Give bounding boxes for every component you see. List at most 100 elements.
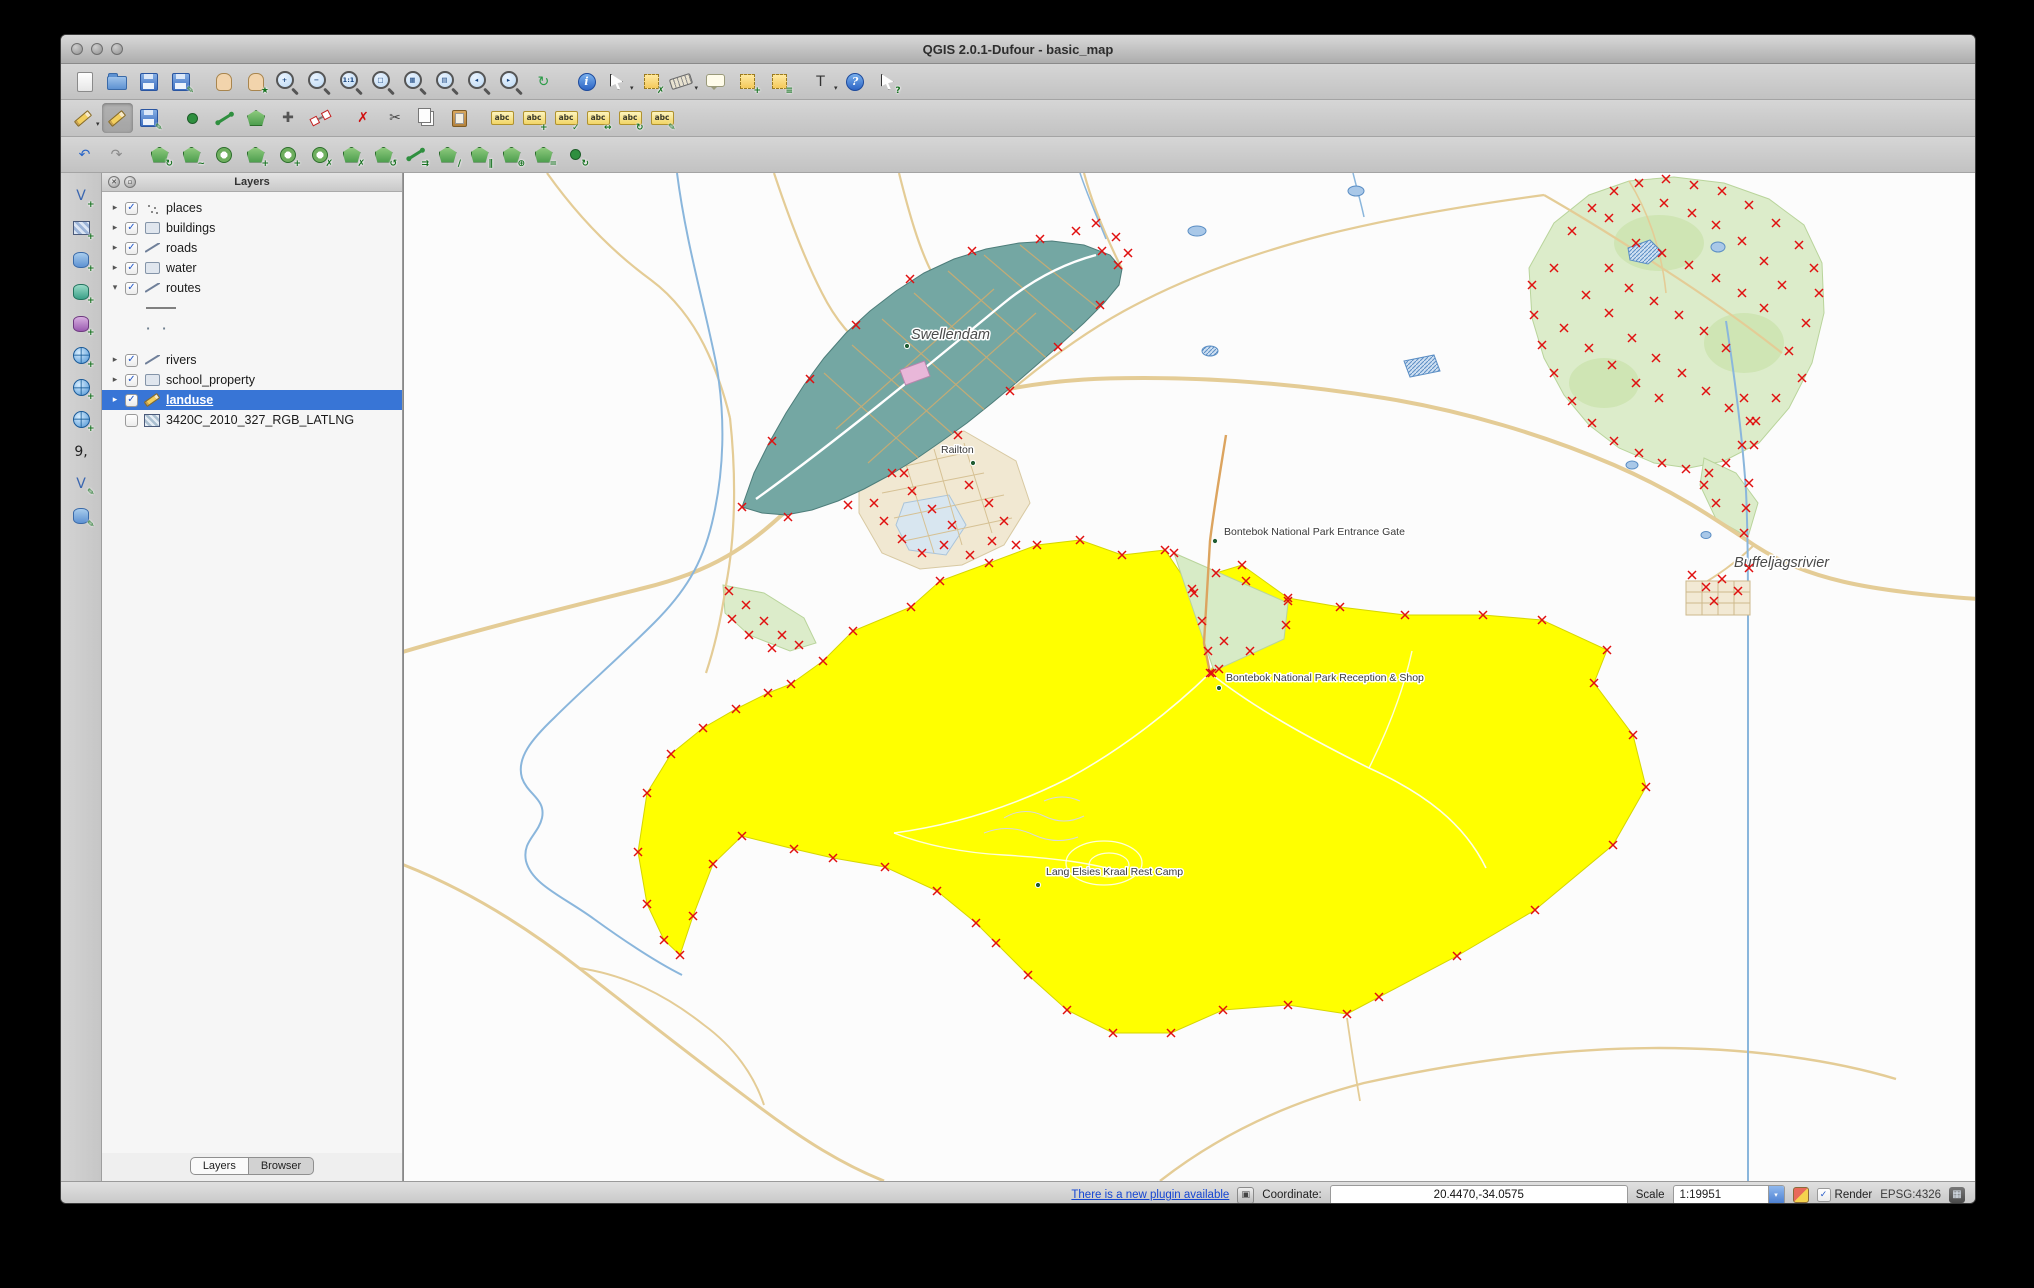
layer-item-school_property[interactable]: ▸ ✓ school_property <box>102 370 402 390</box>
new-bookmark[interactable]: + <box>732 67 763 97</box>
identify-features[interactable]: i <box>571 67 602 97</box>
label-rotate[interactable]: ↻ <box>615 103 646 133</box>
tab-browser[interactable]: Browser <box>248 1157 315 1175</box>
map-canvas[interactable]: Swellendam Railton Bontebok National Park … <box>403 173 1975 1181</box>
crs-status-icon[interactable]: ▦ <box>1949 1187 1965 1203</box>
current-edits[interactable]: ▾ <box>69 103 101 133</box>
open-project[interactable] <box>101 67 132 97</box>
zoom-last[interactable]: ◂ <box>464 67 495 97</box>
layer-visibility-checkbox[interactable] <box>125 413 138 427</box>
expand-arrow-icon[interactable]: ▸ <box>110 263 120 273</box>
rotate-point-symbols[interactable]: ↻ <box>560 140 591 170</box>
add-feature-line[interactable] <box>209 103 240 133</box>
node-tool[interactable] <box>305 103 336 133</box>
save-project[interactable] <box>133 67 164 97</box>
delete-part[interactable]: ✗ <box>336 140 367 170</box>
stop-rendering-icon[interactable] <box>1792 1187 1809 1203</box>
label-move[interactable]: ↔ <box>583 103 614 133</box>
zoom-next[interactable]: ▸ <box>496 67 527 97</box>
layer-item-buildings[interactable]: ▸ ✓ buildings <box>102 218 402 238</box>
expand-arrow-icon[interactable]: ▸ <box>110 395 120 405</box>
simplify-feature[interactable]: ~ <box>176 140 207 170</box>
layer-item-routes[interactable]: ▾ ✓ routes <box>102 278 402 298</box>
add-feature-point[interactable] <box>177 103 208 133</box>
expand-arrow-icon[interactable]: ▾ <box>110 283 120 293</box>
render-toggle[interactable]: ✓ Render <box>1816 1188 1872 1202</box>
help[interactable]: ? <box>840 67 871 97</box>
chevron-down-icon[interactable]: ▾ <box>1767 1186 1784 1203</box>
tab-layers[interactable]: Layers <box>189 1157 249 1175</box>
rotate-feature[interactable]: ↻ <box>144 140 175 170</box>
map-tips[interactable] <box>700 67 731 97</box>
merge-attributes[interactable]: = <box>528 140 559 170</box>
expand-arrow-icon[interactable]: ▸ <box>110 243 120 253</box>
layer-item-roads[interactable]: ▸ ✓ roads <box>102 238 402 258</box>
save-project-as[interactable]: ✎ <box>165 67 196 97</box>
add-wms-layer[interactable]: + <box>66 341 97 370</box>
label-pin[interactable]: + <box>519 103 550 133</box>
labeling-options[interactable] <box>487 103 518 133</box>
layer-style-item[interactable] <box>102 298 402 318</box>
delete-selected[interactable]: ✗ <box>348 103 379 133</box>
show-bookmarks[interactable]: ≡ <box>764 67 795 97</box>
layer-visibility-checkbox[interactable]: ✓ <box>125 261 138 275</box>
plugin-available-link[interactable]: There is a new plugin available <box>1071 1189 1229 1201</box>
add-mssql-layer[interactable]: + <box>66 309 97 338</box>
toggle-editing[interactable] <box>101 103 133 133</box>
add-vector-layer[interactable]: V + <box>66 181 97 210</box>
add-postgis-layer[interactable]: + <box>66 245 97 274</box>
add-wfs-layer[interactable]: + <box>66 405 97 434</box>
add-wcs-layer[interactable]: + <box>66 373 97 402</box>
layer-item-rivers[interactable]: ▸ ✓ rivers <box>102 350 402 370</box>
titlebar[interactable]: QGIS 2.0.1-Dufour - basic_map <box>61 35 1975 64</box>
scale-combo[interactable]: 1:19951 ▾ <box>1672 1185 1785 1203</box>
move-feature[interactable]: ✚ <box>273 103 304 133</box>
render-checkbox[interactable]: ✓ <box>1816 1188 1831 1202</box>
expand-arrow-icon[interactable]: ▸ <box>110 203 120 213</box>
label-highlight[interactable]: ✓ <box>551 103 582 133</box>
layer-visibility-checkbox[interactable]: ✓ <box>125 201 138 215</box>
zoom-window-button[interactable] <box>111 43 123 55</box>
pan-to-selection[interactable]: ★ <box>240 67 271 97</box>
label-properties[interactable]: ✎ <box>647 103 678 133</box>
pan-map[interactable] <box>208 67 239 97</box>
panel-float-icon[interactable]: ▫ <box>124 176 136 188</box>
minimize-window-button[interactable] <box>91 43 103 55</box>
add-raster-layer[interactable]: + <box>66 213 97 242</box>
new-spatialite-layer[interactable]: ✎ <box>66 501 97 530</box>
layer-item-water[interactable]: ▸ ✓ water <box>102 258 402 278</box>
layer-visibility-checkbox[interactable]: ✓ <box>125 373 138 387</box>
layer-style-item[interactable] <box>102 318 402 338</box>
layer-visibility-checkbox[interactable]: ✓ <box>125 241 138 255</box>
layer-item-3420C_2010_327_RGB_LATLNG[interactable]: 3420C_2010_327_RGB_LATLNG <box>102 410 402 430</box>
text-annotation[interactable]: T ▾ <box>807 67 839 97</box>
expand-arrow-icon[interactable]: ▸ <box>110 355 120 365</box>
split-features[interactable]: ∕ <box>432 140 463 170</box>
paste-features[interactable] <box>444 103 475 133</box>
add-feature-polygon[interactable] <box>241 103 272 133</box>
zoom-native[interactable]: 1:1 <box>336 67 367 97</box>
whats-this[interactable]: ? <box>872 67 903 97</box>
fill-ring[interactable]: + <box>272 140 303 170</box>
select-features[interactable]: ▾ <box>603 67 635 97</box>
cut-features[interactable]: ✂ <box>380 103 411 133</box>
zoom-to-selection[interactable]: ▦ <box>400 67 431 97</box>
redo[interactable]: ↷ <box>101 140 132 170</box>
new-project[interactable] <box>69 67 100 97</box>
refresh-map[interactable]: ↻ <box>528 67 559 97</box>
split-parts[interactable]: ∥ <box>464 140 495 170</box>
expand-arrow-icon[interactable]: ▸ <box>110 223 120 233</box>
add-part[interactable]: + <box>240 140 271 170</box>
layer-visibility-checkbox[interactable]: ✓ <box>125 281 138 295</box>
layer-item-places[interactable]: ▸ ✓ places <box>102 198 402 218</box>
layer-visibility-checkbox[interactable]: ✓ <box>125 353 138 367</box>
layer-visibility-checkbox[interactable]: ✓ <box>125 393 138 407</box>
reshape-features[interactable]: ↺ <box>368 140 399 170</box>
add-spatialite-layer[interactable]: + <box>66 277 97 306</box>
expand-arrow-icon[interactable]: ▸ <box>110 375 120 385</box>
zoom-in[interactable]: + <box>272 67 303 97</box>
add-ring[interactable] <box>208 140 239 170</box>
offset-curve[interactable]: ⇉ <box>400 140 431 170</box>
zoom-out[interactable]: − <box>304 67 335 97</box>
coordinate-input[interactable] <box>1329 1184 1628 1203</box>
